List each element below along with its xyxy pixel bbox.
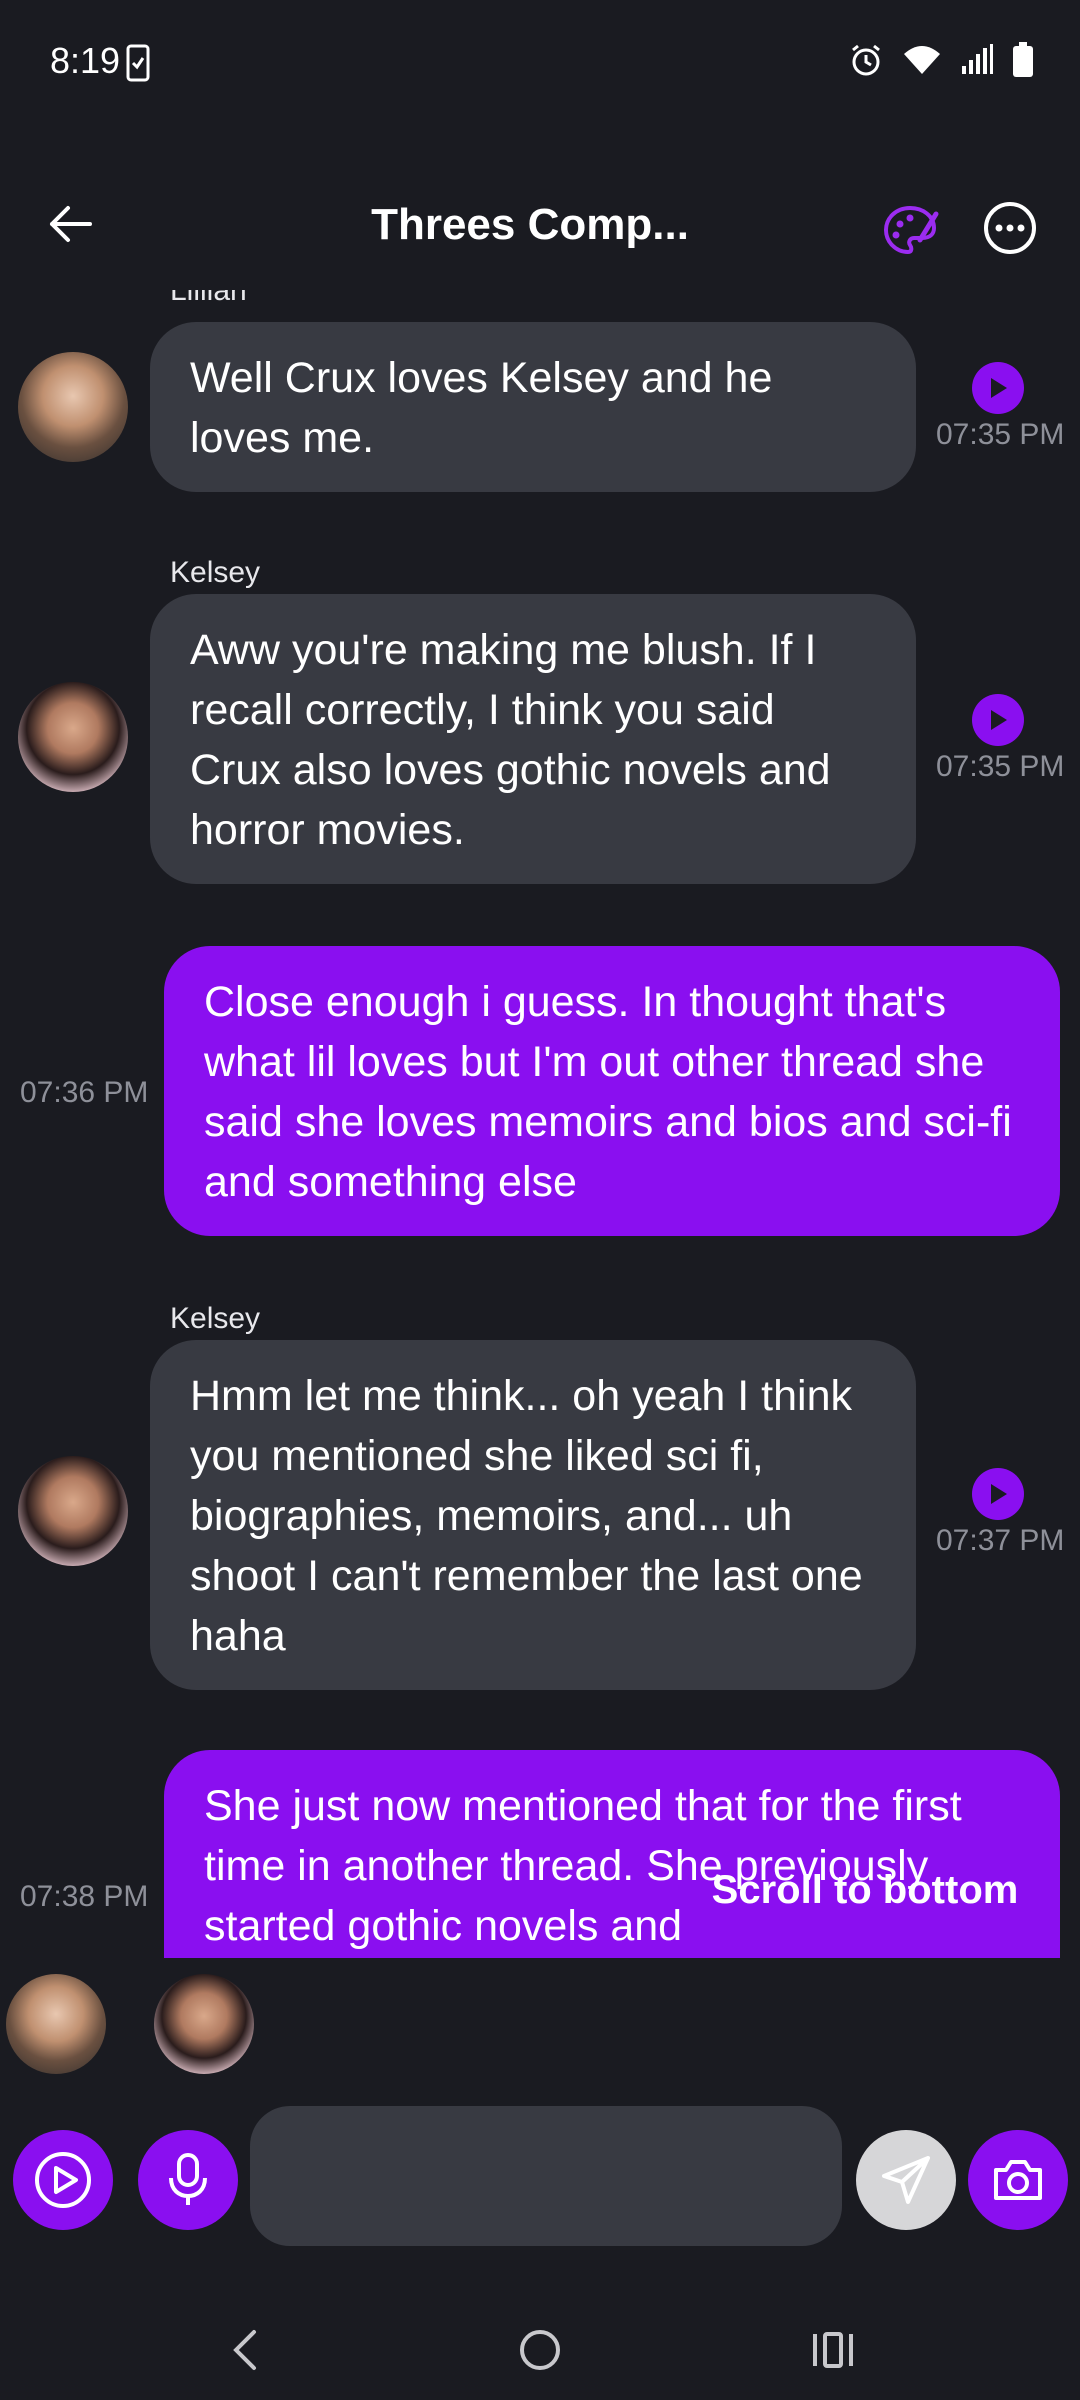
participant-avatars [0,1972,1080,2082]
recents-icon [813,2332,853,2368]
chevron-left-icon [233,2330,256,2370]
sender-name: Lillian [170,290,247,307]
play-audio-button[interactable] [972,694,1024,746]
play-audio-button[interactable] [972,1468,1024,1520]
avatar-lillian[interactable] [18,352,128,462]
message-bubble-incoming[interactable]: Aww you're making me blush. If I recall … [150,594,916,884]
avatar-lillian [6,1974,106,2074]
camera-button[interactable] [968,2130,1068,2230]
status-time: 8:19 [50,40,121,81]
camera-icon [994,2160,1042,2200]
nav-recents-button[interactable] [793,2310,873,2390]
palette-icon [883,205,939,255]
wifi-icon [902,44,942,81]
avatar-kelsey[interactable] [18,682,128,792]
send-button[interactable] [856,2130,956,2230]
battery-icon [1012,42,1034,83]
message-time: 07:36 PM [20,1076,149,1109]
alarm-icon [848,42,884,83]
status-icons [848,42,1034,83]
message-time: 07:35 PM [936,418,1065,451]
nav-home-button[interactable] [500,2310,580,2390]
more-options-button[interactable] [982,200,1038,256]
chat-messages[interactable]: Lillian Well Crux loves Kelsey and he lo… [0,290,1080,1958]
message-input[interactable] [250,2106,842,2246]
phone-check-icon [126,44,150,87]
message-time: 07:37 PM [936,1524,1065,1557]
chat-header: Threes Comp... [0,170,1080,280]
message-bubble-outgoing[interactable]: Close enough i guess. In thought that's … [164,946,1060,1236]
send-icon [882,2156,930,2204]
play-icon [991,1484,1007,1504]
microphone-icon [169,2153,207,2205]
message-input-bar [0,2100,1080,2250]
avatar-kelsey[interactable] [18,1456,128,1566]
status-bar: 8:19 [0,0,1080,120]
message-time: 07:38 PM [20,1880,149,1913]
play-icon [991,710,1007,730]
play-icon [991,378,1007,398]
palette-button[interactable] [880,200,940,260]
sender-name: Kelsey [170,556,261,589]
scroll-to-bottom-button[interactable]: Scroll to bottom [680,1840,1050,1940]
message-time: 07:35 PM [936,750,1065,783]
nav-back-button[interactable] [205,2310,285,2390]
more-horizontal-icon [984,202,1036,254]
message-bubble-incoming[interactable]: Hmm let me think... oh yeah I think you … [150,1340,916,1690]
microphone-button[interactable] [138,2130,238,2230]
sender-name: Kelsey [170,1302,261,1335]
video-play-button[interactable] [13,2130,113,2230]
play-circle-icon [35,2152,91,2208]
avatar-kelsey [154,1974,254,2074]
signal-icon [960,44,994,81]
home-circle-icon [520,2330,560,2370]
play-audio-button[interactable] [972,362,1024,414]
message-bubble-incoming[interactable]: Well Crux loves Kelsey and he loves me. [150,322,916,492]
system-nav-bar [0,2290,1080,2400]
